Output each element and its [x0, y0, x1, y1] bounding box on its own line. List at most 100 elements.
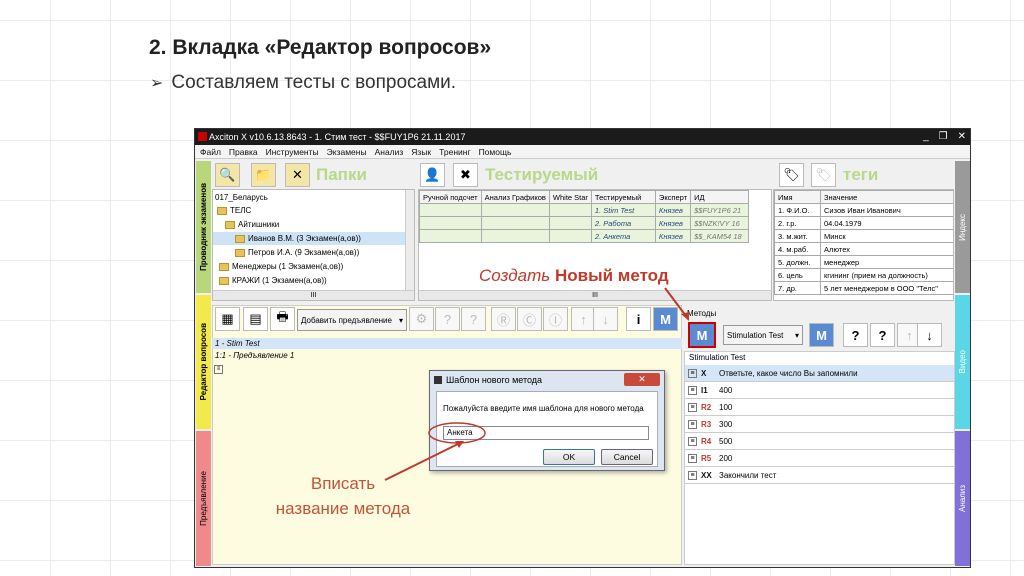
- menu-bar: Файл Правка Инструменты Экзамены Анализ …: [195, 145, 970, 159]
- tag-row[interactable]: 5. должн. менеджер: [774, 255, 953, 269]
- add-person-button[interactable]: 👤: [420, 163, 445, 187]
- tree-item[interactable]: Айтишники: [213, 218, 414, 231]
- add-presentation-dropdown[interactable]: Добавить предъявление ▾: [297, 309, 407, 331]
- tags-grid: Имя Значение 1. Ф.И.О. Сизов Иван Иванович…: [774, 190, 953, 295]
- method-row[interactable]: ≡ R2 100: [685, 399, 954, 416]
- maximize-button[interactable]: ❐: [939, 129, 948, 145]
- tab-video[interactable]: Видео: [955, 295, 970, 429]
- methods-toggle-button[interactable]: M: [653, 307, 678, 331]
- menu-exams[interactable]: Экзамены: [327, 147, 367, 157]
- menu-help[interactable]: Помощь: [479, 147, 512, 157]
- tab-question-editor[interactable]: Редактор вопросов: [196, 295, 211, 429]
- col-header[interactable]: Анализ Графиков: [480, 190, 550, 204]
- add-question-button[interactable]: ?: [870, 323, 895, 347]
- method-row[interactable]: ≡ R3 300: [685, 416, 954, 433]
- menu-language[interactable]: Язык: [411, 147, 431, 157]
- add-tag-button[interactable]: 🏷: [779, 163, 804, 187]
- chevron-down-icon: ▾: [794, 330, 799, 340]
- folders-vscroll[interactable]: [405, 190, 414, 290]
- close-button[interactable]: ✕: [958, 129, 966, 145]
- info-button[interactable]: i: [626, 307, 651, 331]
- menu-tools[interactable]: Инструменты: [266, 147, 319, 157]
- menu-edit[interactable]: Правка: [229, 147, 258, 157]
- cancel-button[interactable]: Cancel: [601, 449, 653, 465]
- folders-tree: 017_Беларусь ТЕЛС Айтишники Иванов В.М. …: [212, 189, 415, 301]
- dialog-prompt: Пожалуйста введите имя шаблона для новог…: [443, 404, 644, 413]
- tree-item[interactable]: 1:1 - Предъявление 1: [212, 350, 682, 361]
- tree-item-selected[interactable]: Иванов В.М. (3 Экзамен(а,ов)): [213, 232, 414, 245]
- tags-table: Имя Значение 1. Ф.И.О. Сизов Иван Иванович…: [773, 189, 954, 301]
- ok-button[interactable]: OK: [543, 449, 595, 465]
- col-header[interactable]: Тестируемый: [590, 190, 656, 204]
- tree-item[interactable]: 017_Беларусь: [213, 191, 414, 204]
- tested-hscroll[interactable]: III: [419, 290, 771, 300]
- tag-row[interactable]: 4. м.раб. Алютех: [774, 242, 953, 256]
- tag-row[interactable]: 7. др. 5 лет менеджером в ООО "Телс": [774, 281, 953, 295]
- col-header[interactable]: White Star: [548, 190, 592, 204]
- tag-row[interactable]: 2. г.р. 04.04.1979: [774, 216, 953, 230]
- create-method-annotation: Создать Новый метод: [479, 266, 669, 285]
- add-folder-button[interactable]: 📁: [251, 163, 276, 187]
- col-header[interactable]: Ручной подсчет: [419, 190, 482, 204]
- method-row[interactable]: ≡ R4 500: [685, 433, 954, 450]
- cycle-r-icon: Ⓡ: [491, 307, 516, 331]
- tag-row[interactable]: 6. цель кгининг (прием на должность): [774, 268, 953, 282]
- new-method-dialog: Шаблон нового метода ✕ Пожалуйста введит…: [429, 370, 665, 471]
- tree-item[interactable]: Менеджеры (1 Экзамен(а,ов)): [213, 260, 414, 273]
- dialog-title: Шаблон нового метода: [446, 375, 543, 385]
- menu-analysis[interactable]: Анализ: [375, 147, 404, 157]
- tree-item[interactable]: 1 - Stim Test: [212, 338, 682, 349]
- settings-disabled-icon: ⚙: [409, 307, 434, 331]
- method-row[interactable]: ≡ I1 400: [685, 382, 954, 399]
- tab-index[interactable]: Индекс: [955, 161, 970, 293]
- method-row[interactable]: ≡ R5 200: [685, 450, 954, 467]
- tag-row[interactable]: 3. м.жит. Минск: [774, 229, 953, 243]
- delete-question-button[interactable]: ?: [843, 323, 868, 347]
- printer-icon[interactable]: 🖶: [270, 307, 295, 331]
- delete-tag-button[interactable]: 🏷: [811, 163, 836, 187]
- method-row[interactable]: ≡ XX Закончили тест: [685, 467, 954, 484]
- col-header[interactable]: Имя: [774, 190, 821, 204]
- tab-exam-explorer[interactable]: Проводник экзаменов: [196, 161, 211, 293]
- method-row[interactable]: ≡ X Ответьте, какое число Вы запомнили: [685, 365, 954, 382]
- slide-title: 2. Вкладка «Редактор вопросов»: [149, 36, 492, 59]
- tree-item[interactable]: КРАЖИ (1 Экзамен(а,ов)): [213, 274, 414, 287]
- dropdown-label: Добавить предъявление: [301, 315, 392, 325]
- col-header[interactable]: Эксперт: [654, 190, 692, 204]
- dialog-body: Пожалуйста введите имя шаблона для новог…: [436, 391, 658, 467]
- app-logo-icon: [198, 132, 207, 141]
- new-method-button[interactable]: M: [688, 322, 716, 348]
- table-row[interactable]: 1. Stim Test Князев $$FUY1P6 21: [419, 203, 750, 217]
- col-header[interactable]: Значение: [820, 190, 953, 204]
- table-row[interactable]: 2. Анкета Князев $$_KAM54 18: [419, 229, 750, 243]
- tree-item[interactable]: ТЕЛС: [213, 204, 414, 217]
- slide-subtitle-line: ➢ Составляем тесты с вопросами.: [150, 72, 456, 94]
- method-type-dropdown[interactable]: Stimulation Test ▾: [723, 325, 803, 345]
- tab-analysis[interactable]: Анализ: [955, 431, 970, 566]
- add-question-list-button[interactable]: ▦: [215, 307, 240, 331]
- methods-label: Методы: [687, 309, 717, 318]
- menu-training[interactable]: Тренинг: [439, 147, 470, 157]
- dialog-close-button[interactable]: ✕: [624, 373, 660, 386]
- copy-list-button[interactable]: ▤: [243, 307, 268, 331]
- folders-hscroll[interactable]: III: [213, 290, 414, 300]
- methods-list: Stimulation Test ≡ X Ответьте, какое число…: [684, 351, 955, 565]
- template-name-input[interactable]: Анкета: [443, 426, 649, 440]
- delete-person-button[interactable]: ✖: [453, 163, 478, 187]
- delete-folder-button[interactable]: ✕: [285, 163, 310, 187]
- table-row[interactable]: 2. Работа Князев $$NZK!VY 16: [419, 216, 750, 230]
- search-folder-button[interactable]: 🔍: [215, 163, 240, 187]
- cycle-i-icon: Ⓘ: [543, 307, 568, 331]
- tab-presentation[interactable]: Предъявление: [196, 431, 211, 566]
- col-header[interactable]: ИД: [690, 190, 750, 204]
- minimize-button[interactable]: _: [923, 129, 929, 145]
- dialog-titlebar: Шаблон нового метода ✕: [430, 371, 664, 389]
- move-down-button[interactable]: ↓: [917, 323, 942, 347]
- delete-method-button[interactable]: M: [809, 323, 834, 347]
- menu-file[interactable]: Файл: [200, 147, 221, 157]
- tree-item[interactable]: Петров И.А. (9 Экзамен(а,ов)): [213, 246, 414, 259]
- tags-header: теги: [843, 165, 879, 184]
- tag-row[interactable]: 1. Ф.И.О. Сизов Иван Иванович: [774, 203, 953, 217]
- arrow-bullet-icon: ➢: [150, 75, 164, 92]
- window-title: Axciton X v10.6.13.8643 - 1. Стим тест -…: [209, 132, 466, 142]
